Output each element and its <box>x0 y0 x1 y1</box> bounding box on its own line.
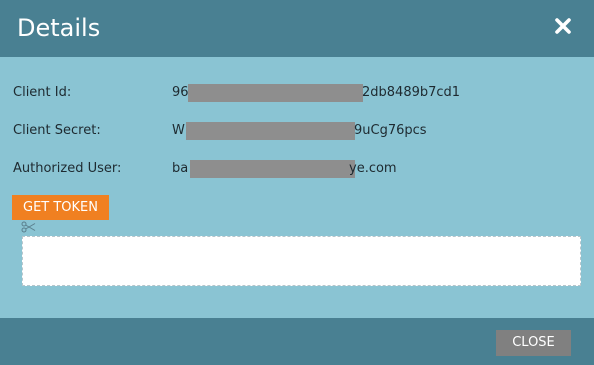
close-x-icon[interactable] <box>554 17 574 37</box>
client-id-value-end: 2db8489b7cd1 <box>362 85 461 100</box>
client-secret-value-end: 9uCg76pcs <box>354 123 427 138</box>
client-secret-row: Client Secret: W 9uCg76pcs <box>13 121 593 141</box>
scissors-icon[interactable] <box>21 220 37 234</box>
authorized-user-row: Authorized User: ba ye.com <box>13 159 593 179</box>
details-dialog: Details Client Id: 96 2db8489b7cd1 Clien… <box>0 0 594 365</box>
dialog-header: Details <box>0 0 594 57</box>
dialog-title: Details <box>17 14 101 42</box>
authorized-user-redaction <box>190 160 355 178</box>
authorized-user-label: Authorized User: <box>13 161 122 176</box>
authorized-user-value-start: ba <box>172 161 189 176</box>
client-secret-value-start: W <box>172 123 185 138</box>
client-id-label: Client Id: <box>13 85 72 100</box>
authorized-user-value-end: ye.com <box>349 161 397 176</box>
client-id-redaction <box>188 84 363 102</box>
token-output-textarea[interactable] <box>22 236 581 286</box>
close-button[interactable]: CLOSE <box>496 330 571 356</box>
client-secret-label: Client Secret: <box>13 123 101 138</box>
get-token-button[interactable]: GET TOKEN <box>12 195 109 220</box>
client-secret-redaction <box>186 122 355 140</box>
client-id-row: Client Id: 96 2db8489b7cd1 <box>13 83 593 103</box>
client-id-value-start: 96 <box>172 85 189 100</box>
